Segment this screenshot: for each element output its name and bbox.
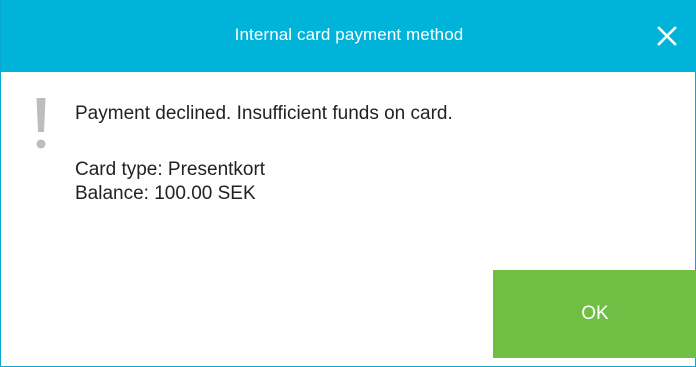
error-message: Payment declined. Insufficient funds on … (75, 103, 453, 124)
card-details: Card type: Presentkort Balance: 100.00 S… (75, 158, 265, 206)
exclamation-icon (34, 98, 48, 152)
close-icon (657, 26, 677, 46)
card-type-text: Card type: Presentkort (75, 159, 266, 180)
ok-button[interactable]: OK (493, 270, 696, 358)
dialog-titlebar: Internal card payment method (1, 0, 696, 72)
balance-text: Balance: 100.00 SEK (75, 183, 256, 204)
payment-dialog: Internal card payment method Payment dec… (0, 0, 696, 367)
dialog-title: Internal card payment method (234, 25, 464, 44)
close-button[interactable] (651, 20, 683, 52)
